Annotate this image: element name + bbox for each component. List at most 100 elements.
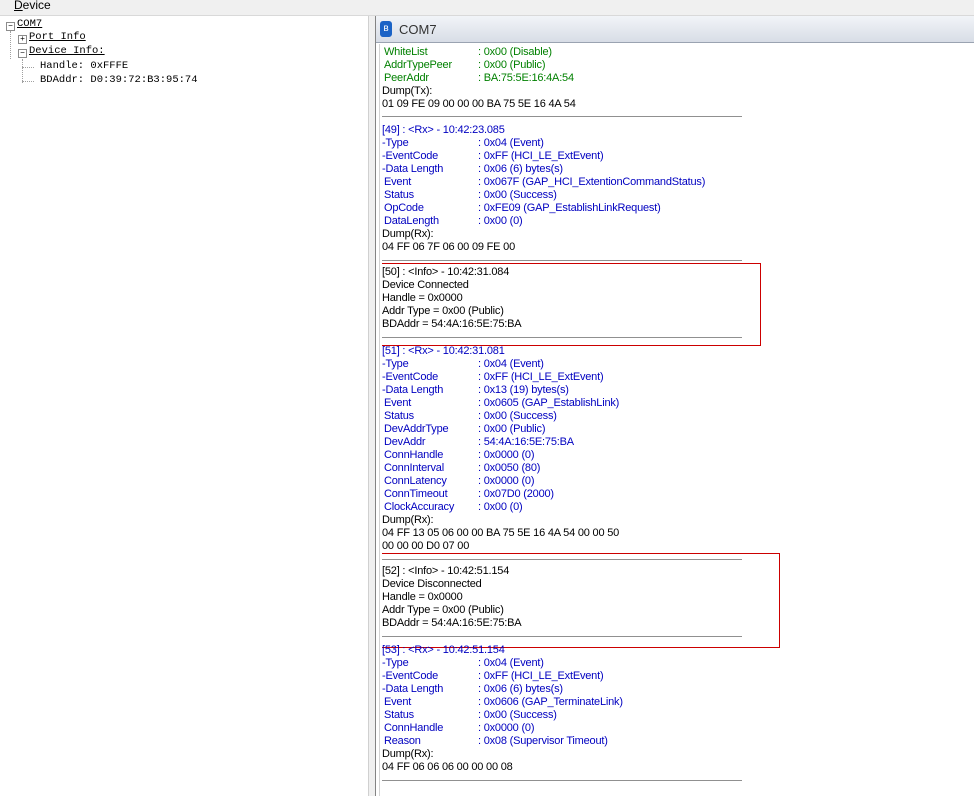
tab-com7[interactable]: ʙ COM7 xyxy=(376,16,974,43)
field-value: : 0x00 (Success) xyxy=(478,189,557,201)
separator xyxy=(382,260,742,261)
field-key: -EventCode xyxy=(382,371,439,383)
tree-bdaddr-label: BDAddr: D0:39:72:B3:95:74 xyxy=(40,74,198,86)
dump-label: Dump(Rx): xyxy=(382,514,434,526)
tree-port-info-label: Port Info xyxy=(29,31,86,43)
field-key: AddrTypePeer xyxy=(384,59,452,71)
separator xyxy=(382,636,742,637)
field-value: : 0x0000 (0) xyxy=(478,722,535,734)
field-key: -Type xyxy=(382,137,409,149)
bluetooth-icon: ʙ xyxy=(380,21,392,37)
tree-handle-label: Handle: 0xFFFE xyxy=(40,60,129,72)
device-tree: − COM7 + Port Info − Device Info: Handle… xyxy=(0,16,368,796)
tab-title: COM7 xyxy=(399,22,437,37)
field-key: ConnHandle xyxy=(384,449,444,461)
tree-item-handle[interactable]: Handle: 0xFFFE xyxy=(40,60,128,73)
field-key: Status xyxy=(384,709,414,721)
field-key: Status xyxy=(384,410,414,422)
log-border xyxy=(379,44,380,796)
field-value: : 0x00 (Success) xyxy=(478,709,557,721)
field-value: : 0x06 (6) bytes(s) xyxy=(478,683,563,695)
log-entry-header: [49] : <Rx> - 10:42:23.085 xyxy=(382,124,505,136)
field-value: : 54:4A:16:5E:75:BA xyxy=(478,436,574,448)
tree-root-label: COM7 xyxy=(17,18,43,30)
field-key: -EventCode xyxy=(382,150,439,162)
collapse-device-info-icon[interactable]: − xyxy=(18,49,27,58)
field-key: -Data Length xyxy=(382,163,444,175)
field-value: : 0xFE09 (GAP_EstablishLinkRequest) xyxy=(478,202,661,214)
field-key: WhiteList xyxy=(384,46,428,58)
field-value: : 0x00 (Disable) xyxy=(478,46,552,58)
separator xyxy=(382,337,742,338)
tree-connector xyxy=(22,59,23,83)
log-entry-header: [53] : <Rx> - 10:42:51.154 xyxy=(382,644,505,656)
field-key: -Data Length xyxy=(382,384,444,396)
field-value: : 0x0000 (0) xyxy=(478,475,535,487)
field-value: : 0x0606 (GAP_TerminateLink) xyxy=(478,696,623,708)
expand-port-info-icon[interactable]: + xyxy=(18,35,27,44)
field-value: : BA:75:5E:16:4A:54 xyxy=(478,72,574,84)
field-value: : 0xFF (HCI_LE_ExtEvent) xyxy=(478,670,604,682)
tree-item-port-info[interactable]: Port Info xyxy=(29,31,86,44)
separator xyxy=(382,116,742,117)
dump-label: Dump(Rx): xyxy=(382,748,434,760)
field-key: DevAddrType xyxy=(384,423,449,435)
menu-device[interactable]: Device xyxy=(14,0,51,12)
field-key: ClockAccuracy xyxy=(384,501,455,513)
field-value: : 0x00 (Public) xyxy=(478,59,546,71)
info-line: [50] : <Info> - 10:42:31.084 xyxy=(382,266,510,278)
tree-item-device-info[interactable]: Device Info: xyxy=(29,45,105,58)
tree-root-com7[interactable]: COM7 xyxy=(17,18,42,31)
info-line: Addr Type = 0x00 (Public) xyxy=(382,604,504,616)
field-key: Event xyxy=(384,176,412,188)
field-value: : 0x067F (GAP_HCI_ExtentionCommandStatus… xyxy=(478,176,706,188)
field-key: PeerAddr xyxy=(384,72,429,84)
field-value: : 0x08 (Supervisor Timeout) xyxy=(478,735,608,747)
field-key: -Type xyxy=(382,657,409,669)
dump-bytes: 04 FF 06 7F 06 00 09 FE 00 xyxy=(382,241,515,253)
field-key: Status xyxy=(384,189,414,201)
tree-connector xyxy=(22,81,34,82)
field-value: : 0x13 (19) bytes(s) xyxy=(478,384,569,396)
tree-device-info-label: Device Info: xyxy=(29,45,105,57)
field-value: : 0x0000 (0) xyxy=(478,449,535,461)
dump-label: Dump(Rx): xyxy=(382,228,434,240)
info-line: [52] : <Info> - 10:42:51.154 xyxy=(382,565,510,577)
tree-connector xyxy=(22,67,34,68)
field-key: OpCode xyxy=(384,202,424,214)
field-value: : 0x04 (Event) xyxy=(478,137,544,149)
field-value: : 0x00 (Success) xyxy=(478,410,557,422)
field-key: Event xyxy=(384,397,412,409)
dump-bytes: 00 00 00 D0 07 00 xyxy=(382,540,470,552)
field-key: -EventCode xyxy=(382,670,439,682)
field-value: : 0x07D0 (2000) xyxy=(478,488,554,500)
field-key: DevAddr xyxy=(384,436,426,448)
field-key: ConnLatency xyxy=(384,475,447,487)
info-line: Addr Type = 0x00 (Public) xyxy=(382,305,504,317)
field-key: DataLength xyxy=(384,215,439,227)
field-value: : 0x0050 (80) xyxy=(478,462,541,474)
field-key: -Data Length xyxy=(382,683,444,695)
field-value: : 0xFF (HCI_LE_ExtEvent) xyxy=(478,371,604,383)
field-value: : 0x04 (Event) xyxy=(478,657,544,669)
menubar: Device xyxy=(0,0,974,16)
separator xyxy=(382,780,742,781)
field-key: ConnHandle xyxy=(384,722,444,734)
collapse-root-icon[interactable]: − xyxy=(6,22,15,31)
field-key: ConnTimeout xyxy=(384,488,448,500)
info-line: Handle = 0x0000 xyxy=(382,292,463,304)
tree-connector xyxy=(10,31,11,59)
field-key: -Type xyxy=(382,358,409,370)
info-line: Device Disconnected xyxy=(382,578,482,590)
info-line: BDAddr = 54:4A:16:5E:75:BA xyxy=(382,617,522,629)
tree-item-bdaddr[interactable]: BDAddr: D0:39:72:B3:95:74 xyxy=(40,74,198,87)
field-value: : 0x00 (Public) xyxy=(478,423,546,435)
dump-bytes: 01 09 FE 09 00 00 00 BA 75 5E 16 4A 54 xyxy=(382,98,576,110)
log-view[interactable]: WhiteList : 0x00 (Disable) AddrTypePeer : … xyxy=(382,44,970,796)
field-value: : 0x00 (0) xyxy=(478,215,523,227)
field-value: : 0x06 (6) bytes(s) xyxy=(478,163,563,175)
info-line: Device Connected xyxy=(382,279,469,291)
info-line: Handle = 0x0000 xyxy=(382,591,463,603)
dump-label: Dump(Tx): xyxy=(382,85,433,97)
field-value: : 0x00 (0) xyxy=(478,501,523,513)
